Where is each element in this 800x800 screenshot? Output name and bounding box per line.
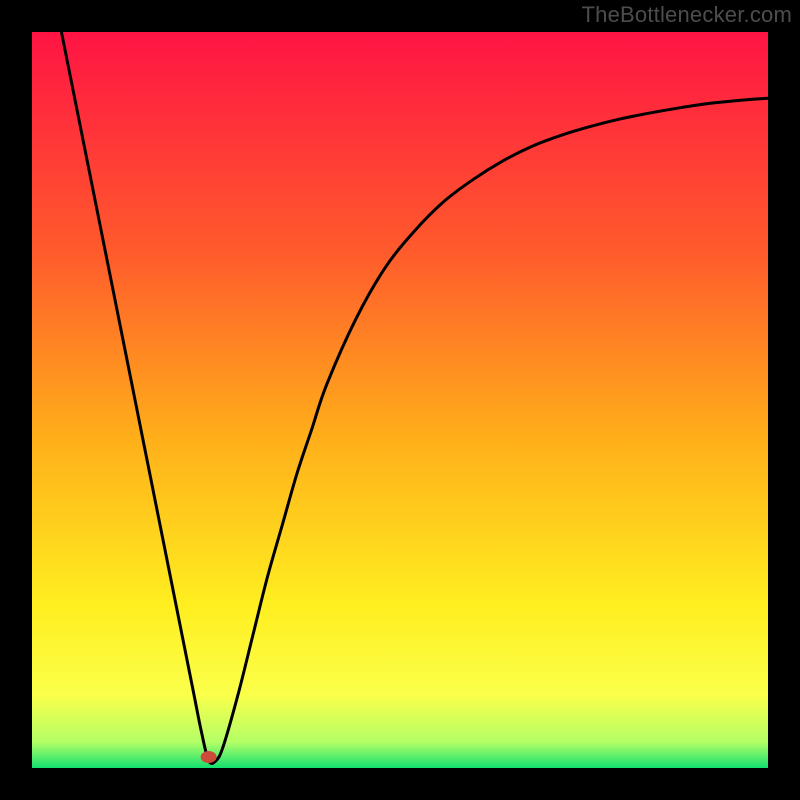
chart-frame bbox=[32, 32, 768, 768]
watermark-text: TheBottlenecker.com bbox=[582, 2, 792, 28]
optimal-point-marker bbox=[201, 751, 217, 763]
chart-background bbox=[32, 32, 768, 768]
bottleneck-chart bbox=[32, 32, 768, 768]
